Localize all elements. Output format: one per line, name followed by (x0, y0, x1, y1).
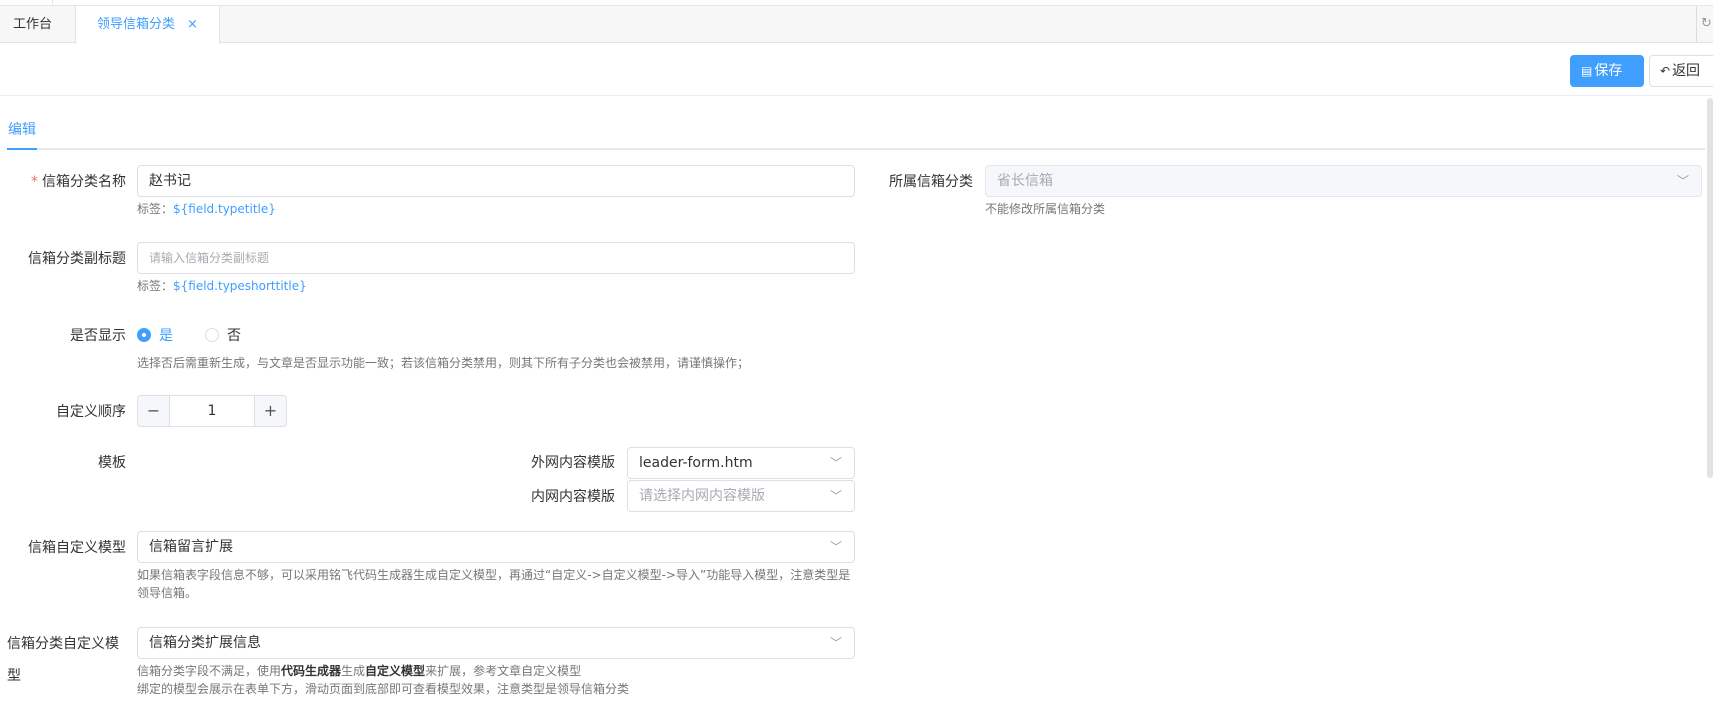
category-model-help: 信箱分类字段不满足，使用代码生成器生成自定义模型来扩展，参考文章自定义模型 绑定… (137, 662, 862, 698)
inner-template-select[interactable]: 请选择内网内容模版 ﹀ (627, 480, 855, 512)
mailbox-model-value: 信箱留言扩展 (149, 539, 233, 555)
category-model-label-line1: 信箱分类自定义模 (7, 636, 119, 652)
save-button[interactable]: ▤ 保存 (1570, 55, 1644, 87)
radio-unchecked-icon (205, 328, 219, 342)
mailbox-model-label: 信箱自定义模型 (28, 540, 126, 556)
chevron-down-icon: ﹀ (1676, 174, 1689, 188)
radio-yes[interactable]: 是 (137, 325, 173, 345)
category-model-help-line2: 绑定的模型会展示在表单下方，滑动页面到底部即可查看模型效果，注意类型是领导信箱分… (137, 682, 630, 696)
subtitle-input[interactable]: 请输入信箱分类副标题 (137, 242, 855, 274)
subtitle-help: 标签：${field.typeshorttitle} (137, 277, 307, 295)
refresh-icon[interactable]: ↻ (1701, 16, 1713, 31)
increment-button[interactable]: + (254, 396, 286, 426)
order-value[interactable]: 1 (170, 396, 254, 426)
name-label: * 信箱分类名称 (0, 171, 126, 191)
mailbox-model-help-line2: 领导信箱。 (137, 586, 198, 600)
toolbar: ▤ 保存 ↶ 返回 (0, 43, 1713, 96)
tab-bar: 工作台 领导信箱分类 × ↻ (0, 6, 1713, 44)
help-text: 信箱分类字段不满足，使用 (137, 664, 282, 678)
tab-bar-divider (1696, 6, 1697, 43)
form-tabs: 编辑 (7, 112, 1705, 150)
help-text: 来扩展，参考文章自定义模型 (425, 664, 582, 678)
parent-label: 所属信箱分类 (889, 174, 973, 190)
inner-template-placeholder: 请选择内网内容模版 (639, 488, 765, 504)
chevron-down-icon: ﹀ (829, 540, 842, 554)
close-icon[interactable]: × (187, 17, 198, 32)
name-label-text: 信箱分类名称 (42, 174, 126, 190)
name-help-code: ${field.typetitle} (173, 202, 276, 216)
back-label: 返回 (1672, 63, 1701, 79)
save-icon: ▤ (1581, 64, 1593, 78)
help-emphasis: 自定义模型 (365, 664, 426, 678)
subtitle-help-prefix: 标签： (137, 279, 174, 293)
radio-no-label: 否 (227, 328, 241, 344)
tab-edit[interactable]: 编辑 (7, 112, 37, 150)
parent-select: 省长信箱 ﹀ (985, 165, 1702, 197)
name-help-prefix: 标签： (137, 202, 174, 216)
mailbox-model-help: 如果信箱表字段信息不够，可以采用铭飞代码生成器生成自定义模型，再通过“自定义->… (137, 566, 862, 602)
vertical-scrollbar[interactable] (1707, 98, 1713, 478)
mailbox-model-select[interactable]: 信箱留言扩展 ﹀ (137, 531, 855, 563)
tab-leader-mailbox-category[interactable]: 领导信箱分类 × (75, 6, 220, 44)
subtitle-help-code: ${field.typeshorttitle} (173, 279, 307, 293)
decrement-button[interactable]: − (138, 396, 170, 426)
order-stepper: − 1 + (137, 395, 287, 427)
outer-template-value: leader-form.htm (639, 455, 753, 471)
category-model-value: 信箱分类扩展信息 (149, 635, 261, 651)
category-model-label: 信箱分类自定义模 型 (7, 633, 119, 685)
subtitle-label: 信箱分类副标题 (28, 251, 126, 267)
chevron-down-icon: ﹀ (829, 489, 842, 503)
radio-no[interactable]: 否 (205, 325, 241, 345)
display-label: 是否显示 (70, 328, 126, 344)
order-label: 自定义顺序 (56, 404, 126, 420)
help-text: 生成 (341, 664, 366, 678)
name-input[interactable]: 赵书记 (137, 165, 855, 197)
inner-template-label: 内网内容模版 (531, 489, 615, 505)
chevron-down-icon: ﹀ (829, 456, 842, 470)
template-label: 模板 (98, 455, 126, 471)
back-icon: ↶ (1660, 64, 1671, 78)
radio-yes-label: 是 (159, 328, 173, 344)
save-label: 保存 (1594, 63, 1623, 79)
tab-workbench[interactable]: 工作台 (0, 6, 75, 43)
mailbox-model-help-line1: 如果信箱表字段信息不够，可以采用铭飞代码生成器生成自定义模型，再通过“自定义->… (137, 568, 851, 582)
category-model-help-line1: 信箱分类字段不满足，使用代码生成器生成自定义模型来扩展，参考文章自定义模型 (137, 662, 862, 680)
category-model-label-line2: 型 (7, 668, 21, 684)
tab-label: 领导信箱分类 (97, 17, 176, 32)
category-model-select[interactable]: 信箱分类扩展信息 ﹀ (137, 627, 855, 659)
help-emphasis: 代码生成器 (281, 664, 342, 678)
outer-template-label: 外网内容模版 (531, 455, 615, 471)
parent-value: 省长信箱 (997, 173, 1053, 189)
outer-template-select[interactable]: leader-form.htm ﹀ (627, 447, 855, 479)
name-help: 标签：${field.typetitle} (137, 200, 276, 218)
parent-help: 不能修改所属信箱分类 (985, 202, 1106, 216)
radio-checked-icon (137, 328, 151, 342)
back-button[interactable]: ↶ 返回 (1649, 55, 1713, 87)
required-mark: * (31, 174, 38, 190)
display-help: 选择否后需重新生成，与文章是否显示功能一致；若该信箱分类禁用，则其下所有子分类也… (137, 356, 750, 370)
chevron-down-icon: ﹀ (829, 636, 842, 650)
